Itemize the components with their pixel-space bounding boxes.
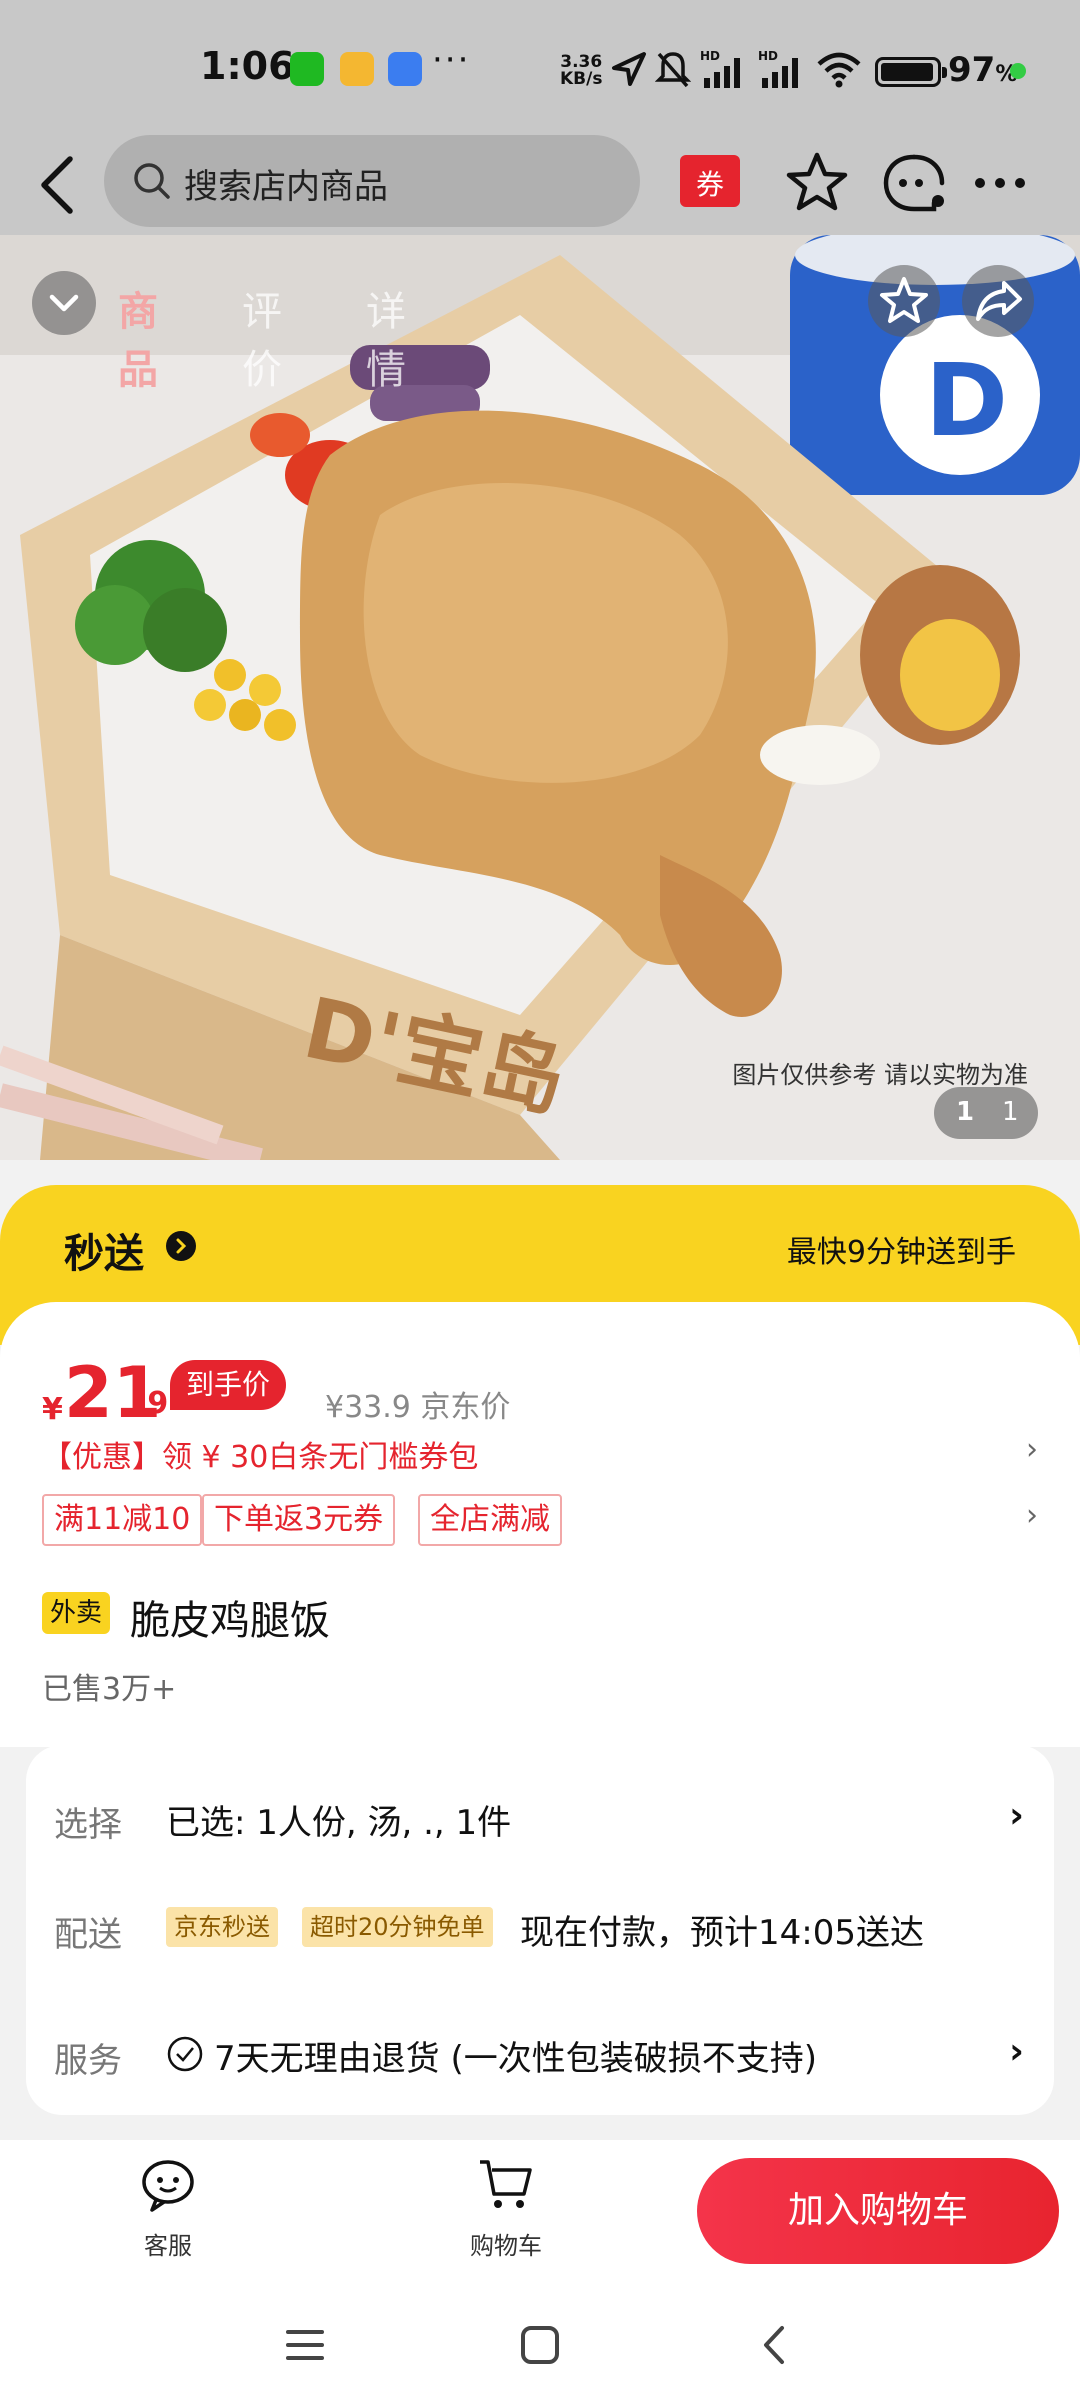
search-input[interactable]: 搜索店内商品 xyxy=(104,135,640,227)
image-counter-total: 1 xyxy=(1002,1097,1019,1127)
select-option-row[interactable]: 选择 已选: 1人份, 汤, ., 1件 › xyxy=(26,1767,1054,1867)
tab-product[interactable]: 商品 xyxy=(118,279,158,395)
coupon-label: 券 xyxy=(695,168,724,201)
home-icon[interactable] xyxy=(515,2320,565,2370)
image-favorite-button[interactable] xyxy=(868,265,940,337)
delivery-label: 配送 xyxy=(54,1915,122,1955)
svg-text:D: D xyxy=(925,342,1008,459)
back-nav-icon[interactable] xyxy=(750,2320,800,2370)
select-label: 选择 xyxy=(54,1805,122,1845)
net-speed: 3.36 KB/s xyxy=(560,54,602,88)
star-icon xyxy=(880,277,928,323)
privacy-indicator xyxy=(1010,63,1026,79)
live-app-icon xyxy=(388,52,422,86)
product-image[interactable]: D D'宝岛 商品 评价 详情 图片仅供参考 请以实物为准 1 1 xyxy=(0,235,1080,1160)
battery-icon xyxy=(875,57,947,87)
discount-tag[interactable]: 全店满减 xyxy=(418,1494,562,1546)
tab-reviews[interactable]: 评价 xyxy=(242,279,282,395)
customer-service-icon xyxy=(142,2160,194,2212)
bottom-action-bar: 客服 购物车 加入购物车 xyxy=(0,2140,1080,2290)
message-icon[interactable] xyxy=(876,145,952,221)
service-value: 7天无理由退货 (一次性包装破损不支持) xyxy=(214,2039,817,2079)
svg-text:HD: HD xyxy=(700,49,720,63)
customer-service-button[interactable]: 客服 xyxy=(108,2154,228,2261)
delivery-row: 配送 京东秒送 超时20分钟免单 现在付款，预计14:05送达 xyxy=(26,1877,1054,1977)
product-type-badge: 外卖 xyxy=(42,1592,111,1634)
cart-label: 购物车 xyxy=(470,2232,542,2260)
coupon-button[interactable]: 券 xyxy=(680,155,740,207)
mute-icon xyxy=(655,52,691,88)
share-button[interactable] xyxy=(962,265,1034,337)
net-speed-unit: KB/s xyxy=(560,69,603,89)
collapse-button[interactable] xyxy=(32,271,96,335)
cart-button[interactable]: 购物车 xyxy=(446,2154,566,2261)
discount-tag[interactable]: 满11减10 xyxy=(42,1494,203,1546)
back-icon[interactable] xyxy=(30,147,90,223)
chevron-right-icon xyxy=(166,1231,196,1261)
favorite-star-icon[interactable] xyxy=(779,145,855,221)
promo-chevron-icon[interactable]: › xyxy=(1026,1432,1038,1467)
wechat-icon xyxy=(290,52,324,86)
delivery-badge: 超时20分钟免单 xyxy=(302,1907,493,1947)
more-icon[interactable] xyxy=(962,145,1038,221)
product-info-card: ¥ 21 .9 到手价 ¥33.9 京东价 【优惠】领 ¥ 30白条无门槛券包 … xyxy=(0,1302,1080,1747)
original-price: ¥33.9 京东价 xyxy=(325,1390,511,1425)
menu-icon[interactable] xyxy=(280,2320,330,2370)
delivery-badge: 京东秒送 xyxy=(166,1907,278,1947)
price-currency: ¥ xyxy=(42,1392,63,1427)
signal-2-icon: HD xyxy=(758,49,798,88)
sold-count: 已售3万+ xyxy=(42,1672,177,1707)
check-circle-icon xyxy=(167,2036,203,2072)
cart-icon xyxy=(480,2160,532,2208)
battery-percent-value: 97 xyxy=(948,50,996,90)
search-placeholder: 搜索店内商品 xyxy=(184,167,388,207)
image-counter-current: 1 xyxy=(956,1097,975,1127)
image-disclaimer: 图片仅供参考 请以实物为准 xyxy=(732,1061,1028,1089)
customer-service-label: 客服 xyxy=(144,2232,192,2260)
share-icon xyxy=(976,281,1022,321)
price-decimal: .9 xyxy=(136,1386,169,1421)
product-name: 脆皮鸡腿饭 xyxy=(130,1598,330,1644)
svg-text:HD: HD xyxy=(758,49,778,63)
speed-delivery-eta: 最快9分钟送到手 xyxy=(786,1235,1016,1270)
speed-delivery-title: 秒送 xyxy=(64,1231,144,1277)
status-bar: 1:06 ··· 3.36 KB/s HD HD 97% xyxy=(0,0,1080,135)
discount-tag[interactable]: 下单返3元券 xyxy=(202,1494,396,1546)
service-row[interactable]: 服务 7天无理由退货 (一次性包装破损不支持) › xyxy=(26,2003,1054,2103)
chevron-right-icon: › xyxy=(1009,2031,1024,2072)
add-to-cart-button[interactable]: 加入购物车 xyxy=(697,2158,1059,2264)
image-counter: 1 1 xyxy=(934,1087,1038,1139)
signal-1-icon: HD xyxy=(700,49,740,88)
delivery-eta: 现在付款，预计14:05送达 xyxy=(520,1913,924,1953)
search-icon xyxy=(134,163,170,199)
battery-level xyxy=(881,63,933,81)
more-notifications-icon: ··· xyxy=(432,40,471,80)
chevron-down-icon xyxy=(49,294,79,312)
system-nav-bar xyxy=(0,2290,1080,2400)
select-value: 已选: 1人份, 汤, ., 1件 xyxy=(166,1803,512,1843)
options-panel: 选择 已选: 1人份, 汤, ., 1件 › 配送 京东秒送 超时20分钟免单 … xyxy=(26,1745,1054,2115)
chevron-right-icon: › xyxy=(1009,1795,1024,1836)
service-label: 服务 xyxy=(54,2041,122,2081)
status-time: 1:06 xyxy=(200,44,295,88)
tab-details[interactable]: 详情 xyxy=(366,279,406,395)
wifi-icon xyxy=(817,52,861,88)
tags-chevron-icon[interactable]: › xyxy=(1026,1498,1038,1533)
product-photo: D D'宝岛 xyxy=(0,235,1080,1160)
product-page: 1:06 ··· 3.36 KB/s HD HD 97% 搜索店内商品 券 D … xyxy=(0,0,1080,2400)
location-icon xyxy=(612,52,646,86)
notes-app-icon xyxy=(340,52,374,86)
battery-percent: 97% xyxy=(948,50,1017,90)
final-price-badge: 到手价 xyxy=(170,1360,287,1410)
top-nav: 搜索店内商品 券 xyxy=(0,135,1080,235)
promo-coupon[interactable]: 【优惠】领 ¥ 30白条无门槛券包 xyxy=(42,1432,478,1476)
